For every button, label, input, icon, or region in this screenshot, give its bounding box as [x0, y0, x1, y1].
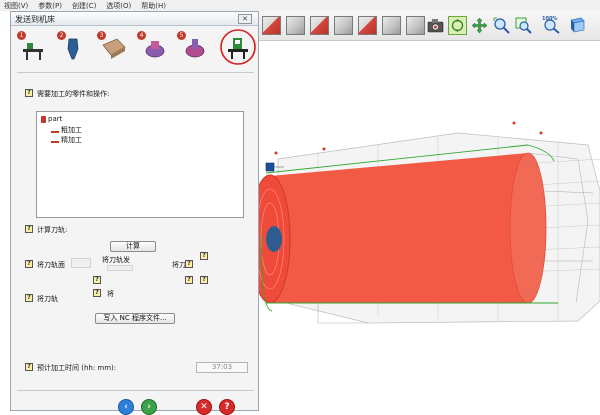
zoom-100-icon[interactable]: 100%	[542, 16, 561, 35]
zoom-area-icon[interactable]	[492, 16, 511, 35]
close-button[interactable]: ✕	[238, 14, 252, 24]
toolpath-send-label: 将刀轨发	[102, 256, 130, 264]
view-bottom-icon[interactable]	[382, 16, 401, 35]
tree-root-label: part	[48, 115, 63, 123]
calculate-button[interactable]: 计算	[110, 241, 156, 252]
view-back-icon[interactable]	[358, 16, 377, 35]
tree-item-rough[interactable]: 粗加工	[51, 125, 82, 135]
help-icon[interactable]: ?	[25, 89, 33, 97]
send-to-machine-dialog: 发送到机床 ✕ 1 2 3 4 5 ? 需要加工的零件和操作: part 粗加工…	[10, 11, 260, 415]
zoom-100-label: 100%	[542, 16, 558, 22]
toolpath-write-label: 将刀轨	[37, 295, 58, 303]
menu-params[interactable]: 参数(P)	[38, 1, 62, 11]
step-5-simulate-icon[interactable]: 5	[177, 31, 207, 63]
help-icon[interactable]: ?	[93, 289, 101, 297]
menu-options[interactable]: 选项(O)	[106, 1, 131, 11]
help-icon[interactable]: ?	[200, 276, 208, 284]
faded-field	[107, 265, 133, 271]
help-icon[interactable]: ?	[93, 276, 101, 284]
wizard-steps: 1 2 3 4 5	[11, 27, 260, 69]
rotate-view-icon[interactable]	[448, 16, 467, 35]
next-button[interactable]: ›	[141, 399, 157, 415]
step-number: 3	[97, 31, 106, 40]
operation-icon	[51, 137, 59, 143]
menu-create[interactable]: 创建(C)	[72, 1, 96, 11]
back-button[interactable]: ‹	[118, 399, 134, 415]
pan-view-icon[interactable]	[470, 16, 489, 35]
help-button[interactable]: ?	[219, 399, 235, 415]
header-divider	[17, 72, 254, 73]
view-top-icon[interactable]	[286, 16, 305, 35]
menu-view[interactable]: 视图(V)	[4, 1, 28, 11]
operation-icon	[51, 127, 59, 133]
help-icon[interactable]: ?	[185, 276, 193, 284]
zoom-window-icon[interactable]	[514, 16, 533, 35]
toolpath-label-5: 将	[107, 290, 114, 298]
step-6-send-to-machine-icon[interactable]	[219, 28, 257, 66]
view-left-icon[interactable]	[334, 16, 353, 35]
tree-item-finish[interactable]: 精加工	[51, 135, 82, 145]
menu-help[interactable]: 帮助(H)	[141, 1, 166, 11]
toolpath-label-3: 将刀	[172, 261, 186, 269]
view-iso-icon[interactable]	[406, 16, 425, 35]
help-icon[interactable]: ?	[25, 363, 33, 371]
step-2-tool-icon[interactable]: 2	[57, 31, 87, 63]
tree-item-label: 粗加工	[61, 126, 82, 134]
step-4-operation-icon[interactable]: 4	[137, 31, 167, 63]
step-number: 2	[57, 31, 66, 40]
step-3-stock-icon[interactable]: 3	[97, 31, 127, 63]
dialog-title: 发送到机床	[15, 15, 55, 24]
help-icon[interactable]: ?	[200, 252, 208, 260]
faded-field	[71, 258, 91, 268]
help-icon[interactable]: ?	[185, 260, 193, 268]
cancel-button[interactable]: ✕	[196, 399, 212, 415]
step-1-setup-icon[interactable]: 1	[17, 31, 47, 63]
calc-toolpath-label: 计算刀轨:	[37, 226, 68, 234]
step-number: 5	[177, 31, 186, 40]
view-right-icon[interactable]	[310, 16, 329, 35]
parts-operations-label: 需要加工的零件和操作:	[37, 90, 110, 98]
est-time-label: 预计加工时间 (hh: mm):	[37, 364, 117, 372]
est-time-field: 37:03	[196, 362, 248, 373]
write-nc-program-button[interactable]: 写入 NC 程序文件...	[95, 313, 175, 324]
parts-tree[interactable]: part 粗加工 精加工	[36, 111, 244, 218]
help-icon[interactable]: ?	[25, 225, 33, 233]
3d-viewport[interactable]	[258, 41, 600, 411]
step-number: 1	[17, 31, 26, 40]
view-front-icon[interactable]	[262, 16, 281, 35]
help-icon[interactable]: ?	[25, 260, 33, 268]
tree-item-label: 精加工	[61, 136, 82, 144]
toolpath-output-label: 将刀轨面	[37, 261, 65, 269]
menu-bar: 视图(V) 参数(P) 创建(C) 选项(O) 帮助(H)	[0, 0, 600, 11]
footer-divider	[17, 390, 254, 391]
camera-icon[interactable]	[426, 16, 445, 35]
part-icon	[41, 115, 46, 123]
view-toolbar: 100%	[258, 11, 600, 41]
help-icon[interactable]: ?	[25, 294, 33, 302]
step-number: 4	[137, 31, 146, 40]
book-icon[interactable]	[568, 16, 587, 35]
dialog-titlebar: 发送到机床 ✕	[11, 12, 258, 26]
tree-root-part[interactable]: part	[41, 115, 62, 123]
